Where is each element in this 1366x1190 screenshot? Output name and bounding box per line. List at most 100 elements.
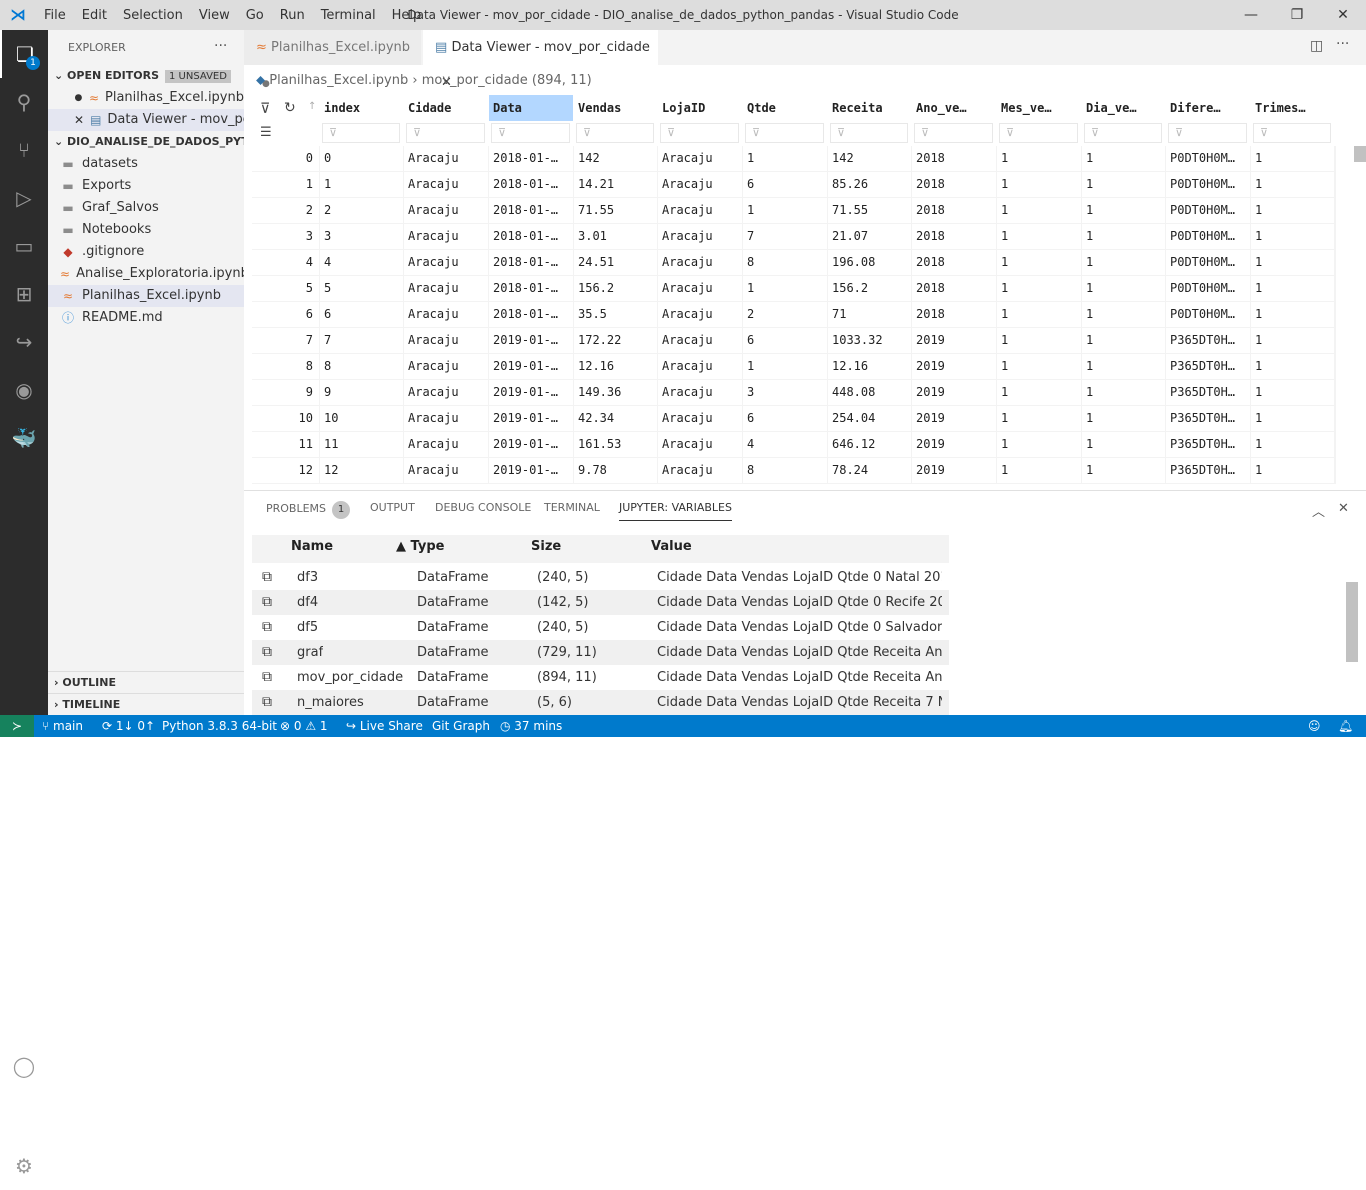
table-row[interactable]: 8 8 Aracaju 2019-01-… 12.16 Aracaju 1 12.16 2019… bbox=[252, 354, 1336, 380]
extensions-icon[interactable]: ⊞ bbox=[0, 270, 48, 318]
restore-button[interactable]: ❐ bbox=[1274, 0, 1320, 30]
column-header-vendas[interactable]: Vendas bbox=[574, 95, 657, 121]
live-share-status[interactable]: ↪ Live Share bbox=[346, 715, 423, 737]
open-data-viewer-icon[interactable]: ⧉ bbox=[262, 565, 272, 590]
more-actions-icon[interactable]: ··· bbox=[1336, 36, 1349, 52]
minimize-button[interactable]: — bbox=[1228, 0, 1274, 30]
open-editors-section[interactable]: ⌄ OPEN EDITORS 1 UNSAVED bbox=[48, 65, 244, 87]
close-icon[interactable]: ✕ bbox=[74, 109, 84, 131]
column-filter-input[interactable]: ⊽ bbox=[830, 123, 908, 143]
split-editor-icon[interactable]: ◫ bbox=[1310, 38, 1323, 54]
variables-scrollbar[interactable] bbox=[1346, 582, 1358, 662]
close-button[interactable]: ✕ bbox=[1320, 0, 1366, 30]
open-data-viewer-icon[interactable]: ⧉ bbox=[262, 665, 272, 690]
variable-row[interactable]: ⧉ df4 DataFrame (142, 5) Cidade Data Vendas … bbox=[252, 590, 949, 615]
variable-row[interactable]: ⧉ df5 DataFrame (240, 5) Cidade Data Vendas … bbox=[252, 615, 949, 640]
more-actions-icon[interactable]: ··· bbox=[214, 38, 227, 54]
table-row[interactable]: 4 4 Aracaju 2018-01-… 24.51 Aracaju 8 196.08 201… bbox=[252, 250, 1336, 276]
maximize-panel-icon[interactable]: ︿ bbox=[1312, 501, 1325, 520]
file-item[interactable]: ▬ Exports bbox=[48, 175, 244, 197]
file-item[interactable]: ≈ Planilhas_Excel.ipynb bbox=[48, 285, 244, 307]
timeline-section[interactable]: › TIMELINE bbox=[48, 693, 244, 715]
column-header-difere[interactable]: Difere… bbox=[1166, 95, 1250, 121]
column-header-cidade[interactable]: Cidade bbox=[404, 95, 488, 121]
breadcrumb-item[interactable]: mov_por_cidade (894, 11) bbox=[422, 73, 592, 88]
column-filter-input[interactable]: ⊽ bbox=[406, 123, 485, 143]
column-filter-input[interactable]: ⊽ bbox=[745, 123, 824, 143]
table-row[interactable]: 0 0 Aracaju 2018-01-… 142 Aracaju 1 142 2018 1 1 P0… bbox=[252, 146, 1336, 172]
gear-icon[interactable]: ⚙ bbox=[0, 1142, 48, 1190]
menu-help[interactable]: Help bbox=[384, 8, 430, 23]
sync-status[interactable]: ⟳ 1↓ 0↑ bbox=[102, 715, 155, 737]
branch-status[interactable]: ⑂ main bbox=[42, 715, 83, 737]
table-row[interactable]: 1 1 Aracaju 2018-01-… 14.21 Aracaju 6 85.26 2018… bbox=[252, 172, 1336, 198]
remote-icon[interactable]: ≻ bbox=[0, 715, 34, 737]
column-header-qtde[interactable]: Qtde bbox=[743, 95, 827, 121]
open-data-viewer-icon[interactable]: ⧉ bbox=[262, 615, 272, 640]
open-editor-data-viewer[interactable]: ✕ ▤ Data Viewer - mov_por_cidade bbox=[48, 109, 244, 131]
panel-tab-output[interactable]: OUTPUT bbox=[370, 501, 415, 521]
header-value[interactable]: Value bbox=[651, 535, 692, 563]
problems-status[interactable]: ⊗ 0 ⚠ 1 bbox=[280, 715, 328, 737]
source-control-icon[interactable]: ⑂ bbox=[0, 126, 48, 174]
menu-file[interactable]: File bbox=[36, 8, 74, 23]
column-filter-input[interactable]: ⊽ bbox=[660, 123, 739, 143]
panel-tab-debug-console[interactable]: DEBUG CONSOLE bbox=[435, 501, 531, 521]
menu-go[interactable]: Go bbox=[238, 8, 272, 23]
live-share-icon[interactable]: ↪ bbox=[0, 318, 48, 366]
grid-scrollbar[interactable] bbox=[1354, 146, 1366, 162]
jupyter-icon[interactable]: ◉ bbox=[0, 366, 48, 414]
table-row[interactable]: 9 9 Aracaju 2019-01-… 149.36 Aracaju 3 448.08 20… bbox=[252, 380, 1336, 406]
file-item[interactable]: ▬ Notebooks bbox=[48, 219, 244, 241]
open-data-viewer-icon[interactable]: ⧉ bbox=[262, 690, 272, 715]
header-size[interactable]: Size bbox=[531, 535, 561, 563]
file-item[interactable]: ▬ Graf_Salvos bbox=[48, 197, 244, 219]
file-item[interactable]: ≈ Analise_Exploratoria.ipynb bbox=[48, 263, 244, 285]
table-row[interactable]: 10 10 Aracaju 2019-01-… 42.34 Aracaju 6 254.04 2… bbox=[252, 406, 1336, 432]
panel-tab-jupyter-variables[interactable]: JUPYTER: VARIABLES bbox=[619, 501, 732, 521]
menu-run[interactable]: Run bbox=[272, 8, 313, 23]
column-filter-input[interactable]: ⊽ bbox=[1253, 123, 1331, 143]
column-filter-input[interactable]: ⊽ bbox=[322, 123, 400, 143]
table-row[interactable]: 2 2 Aracaju 2018-01-… 71.55 Aracaju 1 71.55 2018… bbox=[252, 198, 1336, 224]
column-filter-input[interactable]: ⊽ bbox=[914, 123, 993, 143]
variable-row[interactable]: ⧉ df3 DataFrame (240, 5) Cidade Data Vendas … bbox=[252, 565, 949, 590]
open-editor-planilhas[interactable]: ● ≈ Planilhas_Excel.ipynb bbox=[48, 87, 244, 109]
breadcrumb-file[interactable]: Planilhas_Excel.ipynb bbox=[269, 73, 408, 88]
menu-selection[interactable]: Selection bbox=[115, 8, 191, 23]
explorer-icon[interactable]: ❏ 1 bbox=[0, 30, 48, 78]
column-header-data[interactable]: Data bbox=[489, 95, 573, 121]
table-row[interactable]: 3 3 Aracaju 2018-01-… 3.01 Aracaju 7 21.07 2018 1… bbox=[252, 224, 1336, 250]
tab-data-viewer[interactable]: ▤ Data Viewer - mov_por_cidade ✕ bbox=[423, 30, 659, 90]
column-header-receita[interactable]: Receita bbox=[828, 95, 911, 121]
panel-tab-terminal[interactable]: TERMINAL bbox=[544, 501, 600, 521]
column-filter-input[interactable]: ⊽ bbox=[576, 123, 654, 143]
workspace-section[interactable]: ⌄ DIO_ANALISE_DE_DADOS_PYTHON_PANDAS bbox=[48, 131, 244, 153]
column-header-anove[interactable]: Ano_ve… bbox=[912, 95, 996, 121]
bell-icon[interactable]: 🔔︎ bbox=[1338, 715, 1353, 737]
tab-planilhas[interactable]: ≈ Planilhas_Excel.ipynb ● bbox=[244, 30, 422, 89]
filter-icon[interactable]: ⊽ bbox=[260, 101, 270, 117]
open-data-viewer-icon[interactable]: ⧉ bbox=[262, 640, 272, 665]
column-filter-input[interactable]: ⊽ bbox=[1168, 123, 1247, 143]
table-row[interactable]: 5 5 Aracaju 2018-01-… 156.2 Aracaju 1 156.2 2018… bbox=[252, 276, 1336, 302]
column-header-lojaid[interactable]: LojaID bbox=[658, 95, 742, 121]
panel-tab-problems[interactable]: PROBLEMS 1 bbox=[266, 501, 351, 521]
clear-filter-icon[interactable]: ☰ bbox=[260, 125, 272, 140]
remote-explorer-icon[interactable]: ▭ bbox=[0, 222, 48, 270]
close-panel-icon[interactable]: ✕ bbox=[1338, 501, 1349, 516]
variable-row[interactable]: ⧉ mov_por_cidade DataFrame (894, 11) Cidade … bbox=[252, 665, 949, 690]
feedback-icon[interactable]: ☺ bbox=[1308, 715, 1321, 737]
run-debug-icon[interactable]: ▷ bbox=[0, 174, 48, 222]
variable-row[interactable]: ⧉ n_maiores DataFrame (5, 6) Cidade Data Ven… bbox=[252, 690, 949, 715]
header-name[interactable]: Name bbox=[291, 535, 333, 563]
docker-icon[interactable]: 🐳 bbox=[0, 414, 48, 462]
menu-terminal[interactable]: Terminal bbox=[313, 8, 384, 23]
column-filter-input[interactable]: ⊽ bbox=[491, 123, 570, 143]
variable-row[interactable]: ⧉ graf DataFrame (729, 11) Cidade Data Venda… bbox=[252, 640, 949, 665]
column-header-mesve[interactable]: Mes_ve… bbox=[997, 95, 1081, 121]
open-data-viewer-icon[interactable]: ⧉ bbox=[262, 590, 272, 615]
file-item[interactable]: ⓘ README.md bbox=[48, 307, 244, 329]
file-item[interactable]: ◆ .gitignore bbox=[48, 241, 244, 263]
header-type[interactable]: ▲ Type bbox=[396, 535, 444, 563]
